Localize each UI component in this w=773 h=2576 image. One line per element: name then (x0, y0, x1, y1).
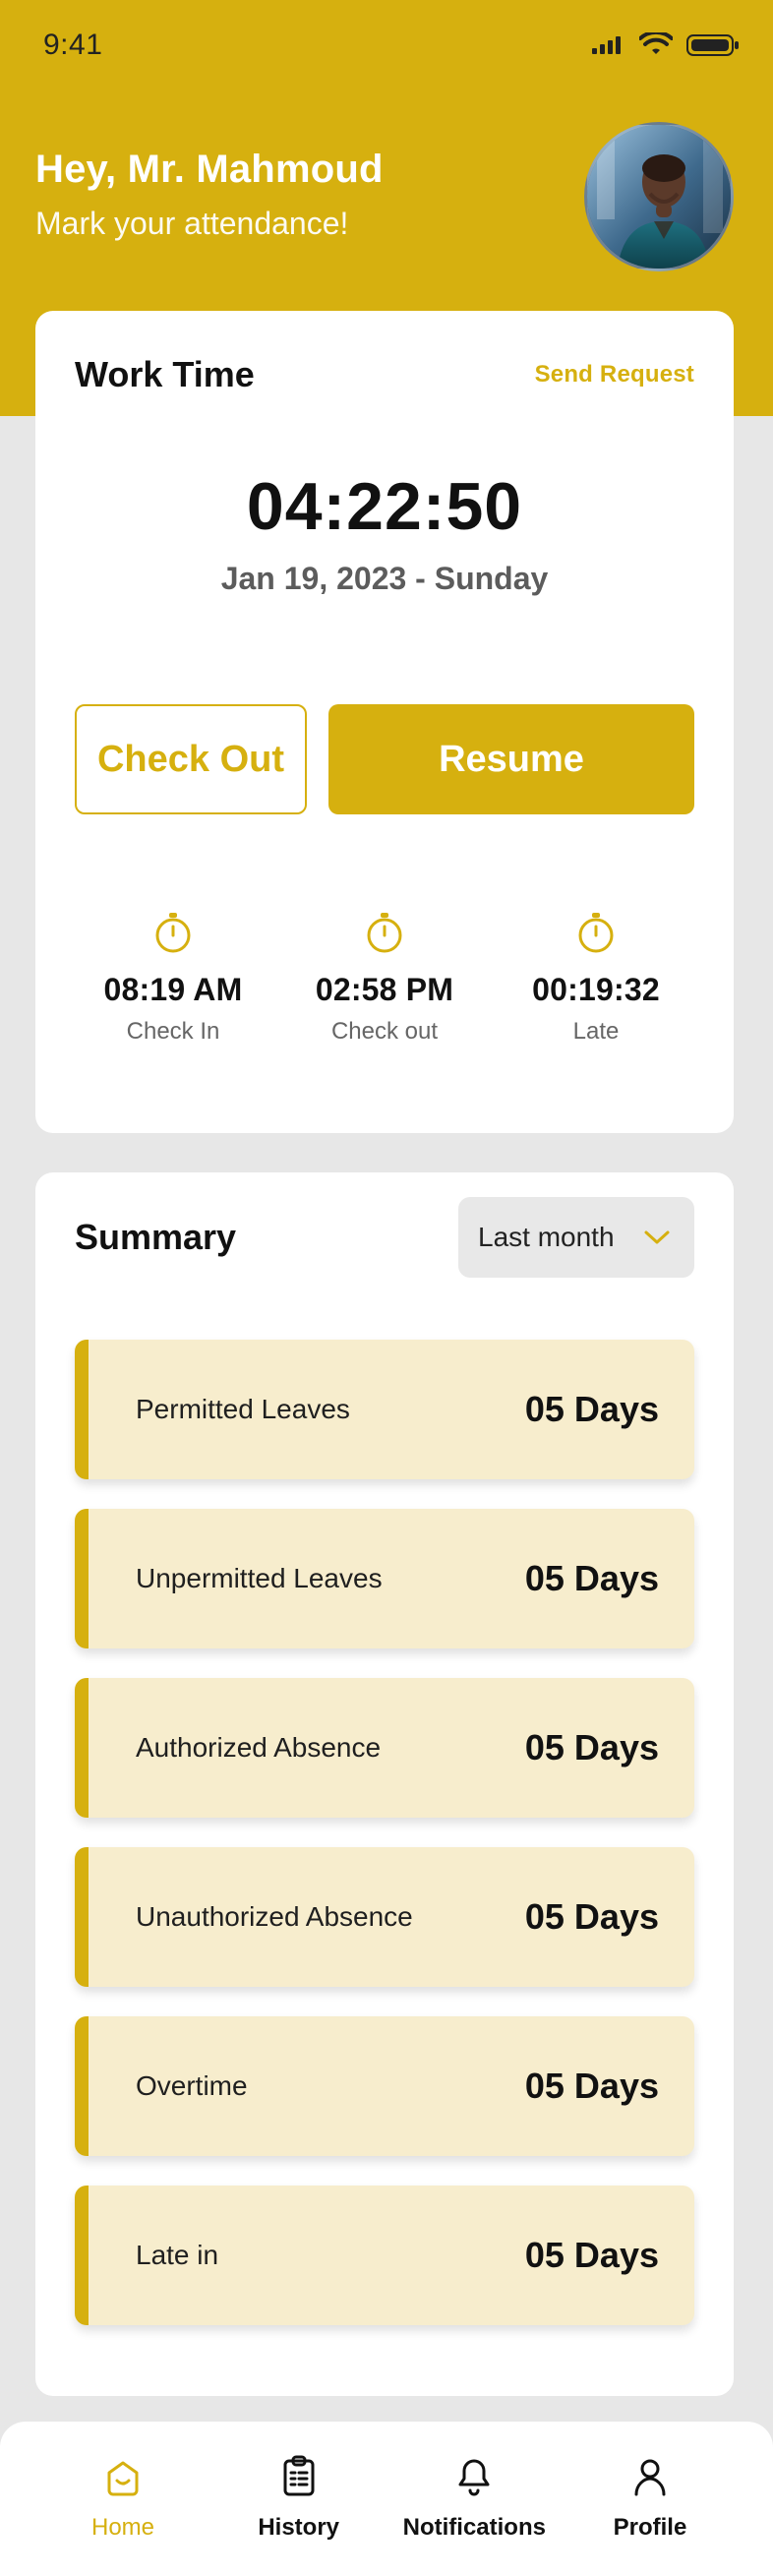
check-out-button[interactable]: Check Out (75, 704, 307, 814)
home-icon (107, 2461, 139, 2496)
system-icons (590, 32, 740, 58)
item-label: Permitted Leaves (136, 1394, 350, 1424)
item-label: Authorized Absence (136, 1732, 382, 1763)
list-item[interactable]: Unpermitted Leaves 05 Days (75, 1509, 694, 1648)
greeting-title: Hey, Mr. Mahmoud (35, 148, 384, 191)
user-icon (634, 2459, 666, 2496)
status-bar: 9:41 (0, 0, 773, 90)
summary-card: Summary Last month Permitted Leaves 05 D… (35, 1172, 734, 2396)
item-value: 05 Days (524, 1389, 659, 1429)
action-buttons: Check Out Resume (75, 704, 694, 814)
time-stats: 08:19 AM Check In 02:58 PM Check out 00:… (75, 911, 694, 1046)
nav-profile-label: Profile (613, 2514, 687, 2541)
late-time: 00:19:32 (532, 972, 660, 1007)
chevron-down-icon (644, 1230, 670, 1244)
item-accent-stripe (75, 1509, 89, 1648)
item-value: 05 Days (524, 1727, 659, 1767)
summary-header: Summary Last month (75, 1196, 694, 1279)
work-time-header: Work Time Send Request (75, 354, 694, 395)
work-date: Jan 19, 2023 - Sunday (220, 561, 549, 596)
greeting-block: Hey, Mr. Mahmoud Mark your attendance! (35, 148, 547, 242)
summary-list: Permitted Leaves 05 Days Unpermitted Lea… (75, 1340, 694, 2355)
item-value: 05 Days (524, 2235, 659, 2275)
check-in-label: Check In (126, 1018, 220, 1045)
signal-icon (592, 36, 621, 54)
nav-notifications[interactable]: Notifications (390, 2422, 558, 2576)
item-label: Unpermitted Leaves (136, 1563, 383, 1593)
item-label: Overtime (136, 2070, 248, 2101)
period-dropdown-value: Last month (478, 1222, 615, 1252)
list-item[interactable]: Authorized Absence 05 Days (75, 1678, 694, 1818)
check-out-time: 02:58 PM (315, 972, 454, 1007)
battery-icon (686, 34, 739, 56)
check-out-label: Check out (330, 1018, 439, 1045)
item-accent-stripe (75, 1678, 89, 1818)
item-label: Unauthorized Absence (136, 1901, 413, 1932)
work-time-title: Work Time (75, 354, 255, 394)
list-item[interactable]: Overtime 05 Days (75, 2016, 694, 2156)
nav-history[interactable]: History (215, 2422, 383, 2576)
nav-notifications-label: Notifications (402, 2514, 546, 2541)
nav-history-label: History (258, 2514, 339, 2541)
avatar[interactable] (584, 122, 734, 271)
clipboard-icon (283, 2455, 315, 2496)
stopwatch-icon (367, 913, 402, 953)
stat-check-in: 08:19 AM Check In (75, 911, 271, 1046)
item-accent-stripe (75, 1847, 89, 1987)
stat-late: 00:19:32 Late (498, 911, 694, 1046)
summary-title: Summary (75, 1217, 237, 1257)
work-timer: 04:22:50 (246, 469, 523, 544)
status-time: 9:41 (43, 29, 103, 61)
nav-home[interactable]: Home (39, 2422, 207, 2576)
item-accent-stripe (75, 1340, 89, 1479)
work-time-card: Work Time Send Request 04:22:50 Jan 19, … (35, 311, 734, 1133)
item-value: 05 Days (524, 1896, 659, 1937)
stopwatch-icon (155, 913, 191, 953)
item-accent-stripe (75, 2016, 89, 2156)
stopwatch-icon (578, 913, 614, 953)
period-dropdown[interactable]: Last month (458, 1197, 694, 1278)
wifi-icon (639, 32, 673, 54)
list-item[interactable]: Late in 05 Days (75, 2186, 694, 2325)
bottom-navigation: Home History Notifications Profile (0, 2422, 773, 2576)
list-item[interactable]: Unauthorized Absence 05 Days (75, 1847, 694, 1987)
item-accent-stripe (75, 2186, 89, 2325)
resume-button[interactable]: Resume (328, 704, 694, 814)
nav-profile[interactable]: Profile (566, 2422, 734, 2576)
send-request-link[interactable]: Send Request (535, 361, 694, 389)
item-value: 05 Days (524, 1558, 659, 1598)
bell-icon (458, 2459, 490, 2496)
item-label: Late in (136, 2240, 219, 2270)
late-label: Late (572, 1018, 620, 1045)
list-item[interactable]: Permitted Leaves 05 Days (75, 1340, 694, 1479)
nav-home-label: Home (90, 2514, 155, 2541)
greeting-subtitle: Mark your attendance! (35, 206, 349, 241)
avatar-illustration (587, 125, 731, 269)
check-in-time: 08:19 AM (103, 972, 243, 1007)
stat-check-out: 02:58 PM Check out (286, 911, 483, 1046)
item-value: 05 Days (524, 2066, 659, 2106)
